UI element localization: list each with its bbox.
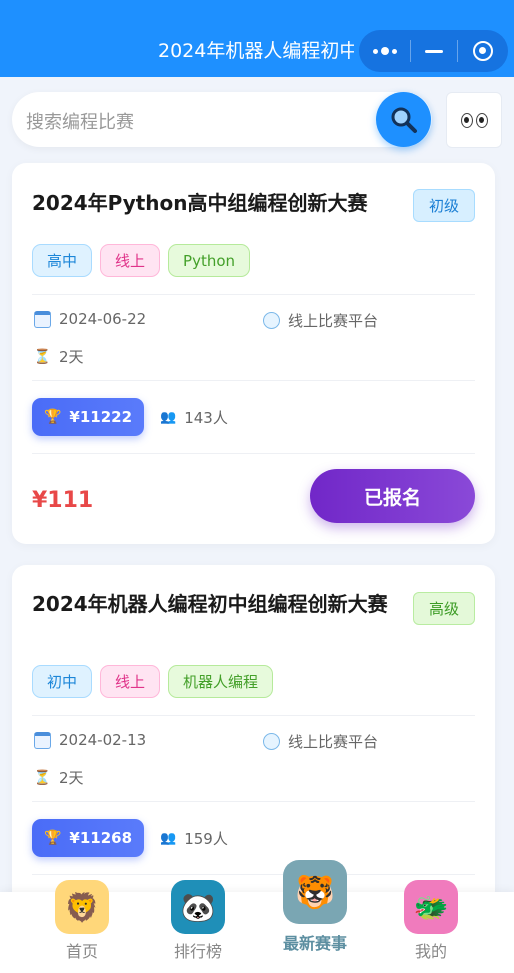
prize-badge: 🏆 ¥11222 <box>32 398 144 436</box>
tag-subject: Python <box>168 244 251 277</box>
date-text: 2024-02-13 <box>59 731 147 749</box>
tab-label: 排行榜 <box>173 942 222 961</box>
prize-badge: 🏆 ¥11268 <box>32 819 144 857</box>
duration-info: ⏳ 2天 <box>34 767 84 788</box>
level-badge: 初级 <box>413 189 475 222</box>
search-icon <box>391 107 417 133</box>
tag-grade: 初中 <box>32 665 93 698</box>
search-input[interactable]: 搜索编程比赛 <box>12 92 432 147</box>
competition-card[interactable]: 2024年Python高中组编程创新大赛 初级 高中 线上 Python 202… <box>12 163 495 544</box>
date-text: 2024-06-22 <box>59 310 147 328</box>
tab-ranking[interactable]: 🐼 排行榜 <box>148 880 248 962</box>
card-title: 2024年机器人编程初中组编程创新大赛 <box>32 592 388 616</box>
tab-home[interactable]: 🦁 首页 <box>32 880 132 962</box>
divider <box>32 801 475 802</box>
people-icon: 👥 <box>160 410 177 425</box>
prize-amount: ¥11268 <box>69 829 133 847</box>
tab-bar: 🦁 首页 🐼 排行榜 🐯 最新赛事 🐲 我的 <box>0 860 514 973</box>
participants-count: 143人 <box>184 409 228 427</box>
trophy-icon: 🏆 <box>43 830 62 846</box>
navigation-bar: 2024年机器人编程初中... <box>0 0 514 77</box>
date-info: 2024-06-22 <box>34 310 146 328</box>
divider <box>32 453 475 454</box>
tag-subject: 机器人编程 <box>168 665 274 698</box>
close-icon[interactable] <box>458 30 508 72</box>
tab-label: 首页 <box>65 942 98 961</box>
panda-icon: 🐼 <box>171 880 225 934</box>
divider <box>32 874 475 875</box>
participants-count: 159人 <box>184 830 228 848</box>
eye-icon <box>475 112 488 128</box>
prize-amount: ¥11222 <box>69 408 133 426</box>
tag-grade: 高中 <box>32 244 93 277</box>
participants-info: 👥 143人 <box>160 407 228 428</box>
hourglass-icon: ⏳ <box>33 348 52 365</box>
eyes-button[interactable] <box>446 92 502 148</box>
mini-program-capsule <box>359 30 508 72</box>
location-text: 线上比赛平台 <box>288 733 379 751</box>
duration-info: ⏳ 2天 <box>34 346 84 367</box>
duration-text: 2天 <box>59 769 84 787</box>
tag-list: 初中 线上 机器人编程 <box>32 665 274 698</box>
people-icon: 👥 <box>160 831 177 846</box>
lion-icon: 🦁 <box>55 880 109 934</box>
eye-icon <box>460 112 473 128</box>
card-title: 2024年Python高中组编程创新大赛 <box>32 191 368 215</box>
registered-button[interactable]: 已报名 <box>310 469 475 523</box>
competition-card[interactable]: 2024年机器人编程初中组编程创新大赛 高级 初中 线上 机器人编程 2024-… <box>12 565 495 905</box>
location-info: 线上比赛平台 <box>263 310 378 331</box>
divider <box>32 294 475 295</box>
more-icon[interactable] <box>359 30 410 72</box>
tag-mode: 线上 <box>100 244 161 277</box>
trophy-icon: 🏆 <box>43 409 62 425</box>
duration-text: 2天 <box>59 348 84 366</box>
search-placeholder: 搜索编程比赛 <box>26 112 134 133</box>
divider <box>32 715 475 716</box>
tab-mine[interactable]: 🐲 我的 <box>381 880 481 962</box>
globe-icon <box>263 733 280 750</box>
page-title: 2024年机器人编程初中... <box>158 40 354 62</box>
globe-icon <box>263 312 280 329</box>
location-info: 线上比赛平台 <box>263 731 378 752</box>
entry-price: ¥111 <box>32 488 94 513</box>
dragon-icon: 🐲 <box>404 880 458 934</box>
level-badge: 高级 <box>413 592 475 625</box>
participants-info: 👥 159人 <box>160 828 228 849</box>
tab-label: 我的 <box>414 942 447 961</box>
location-text: 线上比赛平台 <box>288 312 379 330</box>
date-info: 2024-02-13 <box>34 731 146 749</box>
divider <box>32 380 475 381</box>
tag-mode: 线上 <box>100 665 161 698</box>
tiger-icon: 🐯 <box>283 860 347 924</box>
calendar-icon <box>34 310 51 328</box>
tag-list: 高中 线上 Python <box>32 244 251 277</box>
hourglass-icon: ⏳ <box>33 769 52 786</box>
minimize-icon[interactable] <box>411 30 457 72</box>
calendar-icon <box>34 731 51 749</box>
tab-latest[interactable]: 🐯 最新赛事 <box>265 860 365 954</box>
tab-label: 最新赛事 <box>282 934 347 953</box>
search-button[interactable] <box>376 92 431 147</box>
